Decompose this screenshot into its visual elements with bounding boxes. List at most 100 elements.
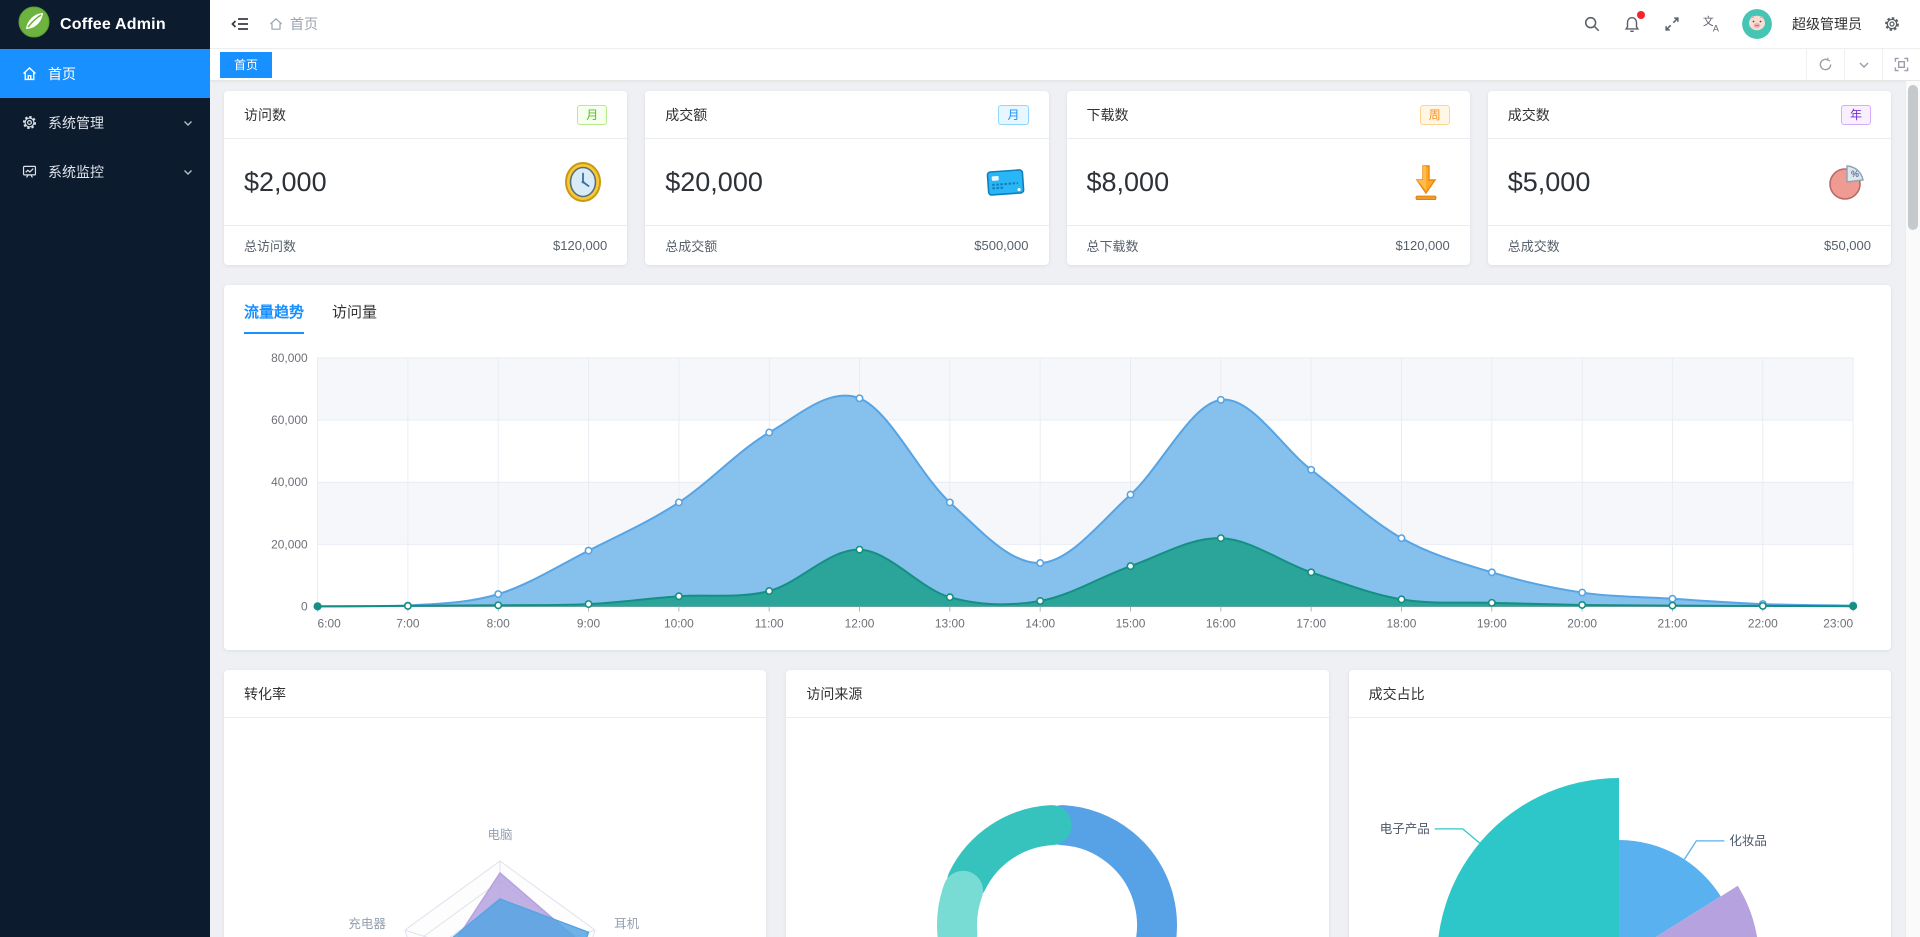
- card-title: 转化率: [244, 685, 286, 702]
- pie-chart: 电子产品化妆品: [1379, 778, 1767, 937]
- data-point-marker: [765, 587, 774, 595]
- period-badge: 月: [577, 104, 608, 125]
- stat-footer-label: 总访问数: [244, 239, 297, 254]
- data-point-marker: [1216, 534, 1225, 543]
- stat-footer-value: $500,000: [974, 238, 1029, 253]
- credit-card-icon: [981, 158, 1029, 206]
- visit-source-card: 访问来源: [786, 670, 1329, 937]
- data-point-marker: [1216, 395, 1225, 404]
- x-axis-label: 20:00: [1567, 616, 1597, 630]
- data-point-marker: [1668, 594, 1677, 603]
- x-axis-label: 7:00: [396, 616, 420, 630]
- deal-share-card: 成交占比 电子产品 化妆品: [1348, 670, 1891, 937]
- stat-footer-value: $50,000: [1824, 238, 1871, 253]
- stats-row: 访问数 月 $2,000 总访问数 $120,000 成交额 月 $20,000…: [224, 91, 1891, 265]
- username[interactable]: 超级管理员: [1792, 14, 1862, 34]
- data-point-marker: [1036, 559, 1045, 568]
- stat-footer: 总成交数 $50,000: [1487, 225, 1891, 265]
- area-chart: 0 20,000 40,000 60,000 80,000 6:00 7:00 8:00 9:0…: [271, 351, 1858, 630]
- grid-band: [317, 482, 1854, 545]
- chevron-down-icon: [184, 169, 192, 175]
- stat-footer-value: $120,000: [1395, 238, 1450, 253]
- card-title: 下载数: [1086, 106, 1129, 123]
- period-badge: 年: [1840, 104, 1871, 125]
- y-axis-label: 0: [301, 600, 308, 614]
- grid-band: [317, 357, 1854, 421]
- card-title: 成交数: [1507, 106, 1550, 123]
- sidebar-fold-icon[interactable]: [228, 12, 252, 36]
- sidebar-item-system-monitor[interactable]: 系统监控: [0, 147, 210, 196]
- bell-icon[interactable]: [1622, 11, 1645, 34]
- x-axis-label: 15:00: [1116, 616, 1146, 630]
- sidebar-menu: 首页 系统管理 系统监控: [0, 49, 210, 196]
- fullscreen-icon[interactable]: [1662, 14, 1682, 34]
- stat-footer-label: 总下载数: [1086, 239, 1139, 254]
- card-title: 访问数: [244, 106, 286, 123]
- clock-icon: [559, 158, 607, 206]
- stat-body: $5,000 %: [1488, 139, 1891, 225]
- breadcrumb[interactable]: 首页: [268, 14, 318, 34]
- card-title: 成交占比: [1368, 685, 1425, 702]
- stat-footer: 总下载数 $120,000: [1066, 225, 1470, 265]
- segment-teal: [947, 805, 1073, 902]
- tabbar-tools: [1806, 49, 1920, 80]
- topbar: 首页 文 A 超级管理员: [210, 0, 1920, 49]
- tab-traffic-trend[interactable]: 流量趋势: [244, 301, 305, 334]
- stat-card-downloads: 下载数 周 $8,000 总下载数 $120,000: [1066, 91, 1470, 265]
- scrollbar-thumb[interactable]: [1908, 85, 1918, 230]
- route-tabbar: 首页: [210, 49, 1920, 81]
- stat-footer: 总访问数 $120,000: [224, 225, 628, 265]
- conversion-card: 转化率 电脑 耳机 充电器: [224, 670, 767, 937]
- stat-body: $8,000: [1067, 139, 1470, 225]
- stat-footer-label: 总成交数: [1507, 239, 1560, 254]
- pie-slice-label: 电子产品: [1379, 822, 1429, 836]
- logo[interactable]: Coffee Admin: [0, 0, 210, 49]
- data-point-marker: [1578, 601, 1587, 609]
- y-axis-label: 40,000: [271, 475, 308, 489]
- svg-text:A: A: [1713, 23, 1720, 33]
- stat-card-deals: 成交数 年 $5,000 % 总成交数 $50,000: [1487, 91, 1891, 265]
- stat-card-visits: 访问数 月 $2,000 总访问数 $120,000: [224, 91, 628, 265]
- pie-label-line: [1434, 828, 1480, 844]
- route-tab-label: 首页: [234, 58, 259, 72]
- translate-icon[interactable]: 文 A: [1702, 14, 1722, 34]
- data-point-marker: [1758, 601, 1767, 610]
- donut-chart: [937, 805, 1178, 937]
- search-icon[interactable]: [1582, 14, 1602, 34]
- page-scrollbar[interactable]: [1905, 81, 1920, 937]
- x-axis-label: 19:00: [1477, 616, 1507, 630]
- home-icon: [20, 65, 38, 83]
- settings-gear-icon[interactable]: [1882, 14, 1902, 34]
- data-point-marker: [765, 428, 774, 437]
- x-axis-label: 9:00: [577, 616, 601, 630]
- chevron-down-icon[interactable]: [1844, 49, 1882, 80]
- download-icon: [1402, 158, 1450, 206]
- maximize-icon[interactable]: [1882, 49, 1920, 80]
- data-point-marker: [1307, 568, 1316, 577]
- breadcrumb-home-icon: [269, 17, 283, 30]
- data-point-marker: [1126, 490, 1135, 499]
- route-tab-home[interactable]: 首页: [220, 51, 273, 78]
- avatar[interactable]: [1742, 9, 1772, 39]
- card-title: 访问来源: [806, 685, 863, 702]
- radar-indicator-label: 电脑: [487, 828, 512, 842]
- data-point-marker: [1397, 534, 1406, 543]
- trend-chart: 0 20,000 40,000 60,000 80,000 6:00 7:00 8:00 9:0…: [224, 334, 1891, 640]
- data-point-marker: [584, 600, 593, 609]
- x-axis-label: 8:00: [487, 616, 511, 630]
- x-axis-label: 22:00: [1748, 616, 1778, 630]
- y-axis-label: 80,000: [271, 351, 308, 365]
- period-badge: 周: [1419, 104, 1450, 125]
- data-point-marker: [1578, 588, 1587, 597]
- stat-footer-label: 总成交额: [665, 239, 718, 254]
- sidebar-item-home[interactable]: 首页: [0, 49, 210, 98]
- refresh-icon[interactable]: [1806, 49, 1844, 80]
- data-point-marker: [855, 545, 864, 554]
- stat-body: $20,000: [645, 139, 1048, 225]
- sidebar-item-label: 系统监控: [48, 163, 104, 180]
- stat-card-turnover: 成交额 月 $20,000 总成交额 $500,000: [645, 91, 1049, 265]
- sidebar-item-system-management[interactable]: 系统管理: [0, 98, 210, 147]
- sidebar-item-label: 首页: [48, 65, 76, 82]
- card-header: 成交占比: [1348, 670, 1891, 719]
- tab-visit-volume[interactable]: 访问量: [332, 301, 377, 334]
